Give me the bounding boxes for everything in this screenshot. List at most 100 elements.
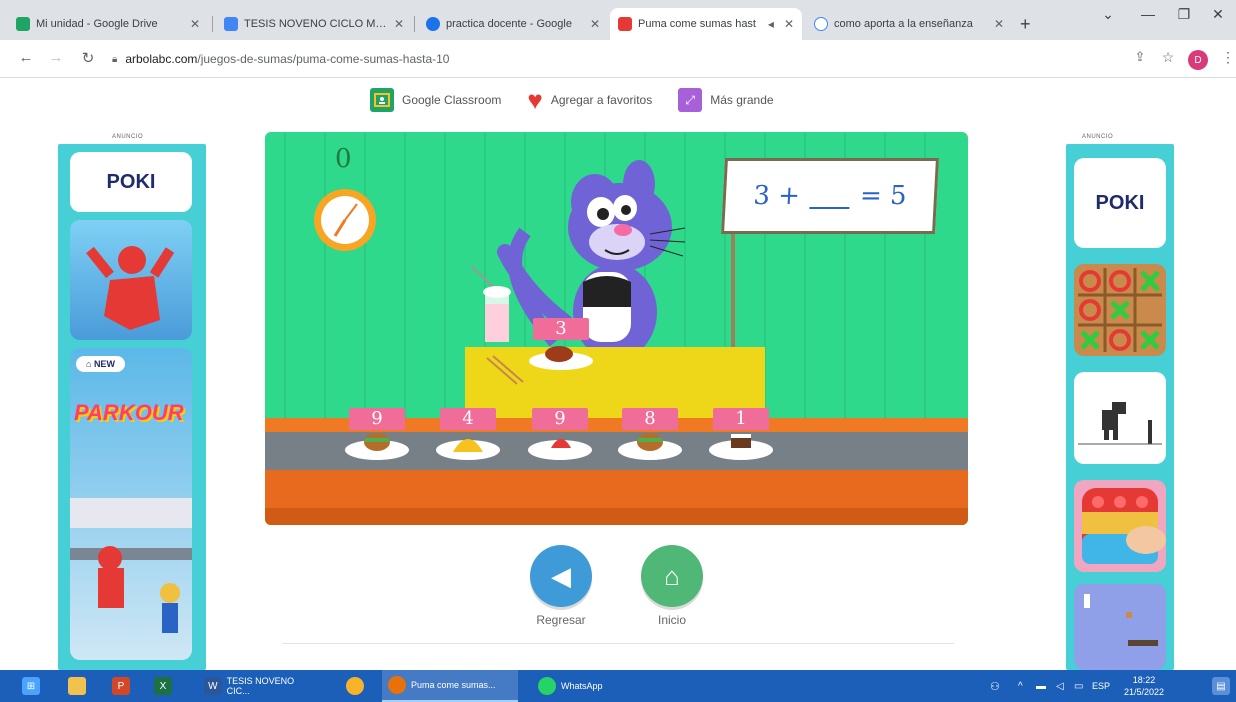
tab-title: Puma come sumas hast bbox=[638, 18, 756, 30]
poki-logo-right[interactable]: POKI bbox=[1074, 158, 1166, 248]
tab-puma-active[interactable]: Puma come sumas hast ◂ ✕ bbox=[610, 8, 802, 40]
taskbar-word-doc[interactable]: W TESIS NOVENO CIC... bbox=[198, 670, 324, 702]
start-button[interactable]: ⊞ bbox=[16, 670, 51, 702]
home-label: Inicio bbox=[657, 613, 686, 627]
tab-drive[interactable]: Mi unidad - Google Drive ✕ bbox=[8, 8, 208, 40]
address-bar: ← → ↻ 🔒︎ arbolabc.com/juegos-de-sumas/pu… bbox=[0, 40, 1236, 78]
equation-left: 3 + bbox=[752, 181, 801, 211]
notification-icon: ▤ bbox=[1212, 677, 1230, 695]
clock-date: 21/5/2022 bbox=[1123, 687, 1165, 697]
fullscreen-link[interactable]: ⤢ Más grande bbox=[678, 88, 774, 112]
right-ad-banner[interactable]: POKI bbox=[1066, 144, 1174, 670]
expand-icon: ⤢ bbox=[678, 88, 703, 112]
tab-title: como aporta a la enseñanza bbox=[834, 18, 973, 30]
close-icon[interactable]: ✕ bbox=[784, 17, 794, 31]
clock[interactable]: 18:22 21/5/2022 bbox=[1112, 670, 1176, 702]
paint-icon bbox=[346, 677, 364, 695]
drive-icon bbox=[16, 17, 30, 31]
chrome-icon bbox=[388, 676, 406, 694]
profile-avatar[interactable]: D bbox=[1188, 50, 1208, 70]
tab-search[interactable]: como aporta a la enseñanza ✕ bbox=[806, 8, 1012, 40]
game-canvas[interactable]: 0 3 + = 5 5 3 9 4 9 8 1 bbox=[265, 132, 968, 525]
docs-icon bbox=[224, 17, 238, 31]
taskbar-whatsapp[interactable]: WhatsApp bbox=[532, 670, 632, 702]
google-classroom-link[interactable]: Google Classroom bbox=[370, 88, 501, 112]
close-icon[interactable]: ✕ bbox=[994, 17, 1004, 31]
paint-button[interactable] bbox=[340, 670, 375, 702]
favorite-label: Agregar a favoritos bbox=[550, 93, 653, 107]
taskbar-label: WhatsApp bbox=[561, 681, 603, 691]
back-button[interactable]: ◀ bbox=[530, 545, 592, 607]
food-number-2[interactable]: 4 bbox=[440, 408, 496, 430]
ad-game-tile-platform[interactable] bbox=[1074, 584, 1166, 670]
file-explorer-button[interactable] bbox=[62, 670, 97, 702]
arrow-left-icon: ◀ bbox=[551, 560, 571, 591]
divider bbox=[282, 643, 954, 644]
ad-label-right: ANUNCIO bbox=[1082, 134, 1114, 140]
tab-google-search[interactable]: practica docente - Google ✕ bbox=[418, 8, 608, 40]
excel-icon: X bbox=[154, 677, 172, 695]
network-icon[interactable]: ▬ bbox=[1030, 670, 1052, 702]
home-button[interactable]: ⌂ bbox=[641, 545, 703, 607]
url-path: /juegos-de-sumas/puma-come-sumas-hasta-1… bbox=[197, 52, 450, 66]
close-icon[interactable]: ✕ bbox=[190, 17, 200, 31]
food-number-5[interactable]: 1 bbox=[713, 408, 769, 430]
back-label: Regresar bbox=[536, 613, 586, 627]
tab-title: Mi unidad - Google Drive bbox=[36, 18, 158, 30]
browser-tab-bar: Mi unidad - Google Drive ✕ TESIS NOVENO … bbox=[0, 0, 1236, 40]
add-favorite-link[interactable]: ♥ Agregar a favoritos bbox=[527, 87, 653, 113]
top-links: Google Classroom ♥ Agregar a favoritos ⤢… bbox=[370, 87, 774, 113]
excel-button[interactable]: X bbox=[148, 670, 183, 702]
food-number-1[interactable]: 9 bbox=[349, 408, 405, 430]
people-icon[interactable]: ⚇ bbox=[984, 670, 1006, 702]
tray-chevron-icon[interactable]: ^ bbox=[1012, 670, 1029, 702]
back-arrow-icon[interactable]: ← bbox=[16, 49, 36, 66]
close-icon[interactable]: ✕ bbox=[590, 17, 600, 31]
ad-game-tile-dino[interactable] bbox=[1074, 372, 1166, 464]
arbolabc-icon bbox=[618, 17, 632, 31]
equation-blank bbox=[809, 183, 851, 209]
ad-game-tile-runner[interactable] bbox=[70, 220, 192, 340]
tab-docs[interactable]: TESIS NOVENO CICLO MATE ✕ bbox=[216, 8, 412, 40]
shirt-number: 5 bbox=[595, 280, 609, 305]
left-ad-banner[interactable]: POKI ⌂ NEW PARKOUR bbox=[58, 144, 206, 670]
menu-dots-icon[interactable]: ⋮ bbox=[1218, 49, 1236, 66]
food-number-4[interactable]: 8 bbox=[622, 408, 678, 430]
tab-search-dropdown[interactable]: ⌄ bbox=[1088, 6, 1128, 23]
bookmark-star-icon[interactable]: ☆ bbox=[1158, 49, 1178, 66]
notifications-button[interactable]: ▤ bbox=[1206, 670, 1236, 702]
ad-game-tile-tictactoe[interactable] bbox=[1074, 264, 1166, 356]
equation-flag: 3 + = 5 bbox=[721, 158, 939, 234]
folder-icon bbox=[68, 677, 86, 695]
page-content: Google Classroom ♥ Agregar a favoritos ⤢… bbox=[0, 78, 1236, 670]
classroom-label: Google Classroom bbox=[402, 93, 502, 107]
poki-logo[interactable]: POKI bbox=[70, 152, 192, 212]
taskbar-label: TESIS NOVENO CIC... bbox=[226, 676, 295, 696]
windows-taskbar: ⊞ P X W TESIS NOVENO CIC... Puma come su… bbox=[0, 670, 1236, 702]
volume-icon[interactable]: ◁ bbox=[1050, 670, 1070, 702]
ad-game-tile-popit[interactable] bbox=[1074, 480, 1166, 572]
google-g-icon bbox=[814, 17, 828, 31]
url-input[interactable]: 🔒︎ arbolabc.com/juegos-de-sumas/puma-com… bbox=[112, 45, 1092, 73]
puma-plate-number: 3 bbox=[533, 318, 589, 340]
taskbar-chrome[interactable]: Puma come sumas... bbox=[382, 670, 518, 702]
house-icon: ⌂ bbox=[664, 560, 680, 591]
reload-icon[interactable]: ↻ bbox=[78, 49, 98, 67]
ad-game-tile-parkour[interactable]: ⌂ NEW PARKOUR bbox=[70, 348, 192, 660]
speaker-icon[interactable]: ◂ bbox=[768, 17, 774, 31]
new-tab-button[interactable]: + bbox=[1014, 8, 1044, 40]
clock-time: 18:22 bbox=[1132, 675, 1156, 685]
close-icon[interactable]: ✕ bbox=[394, 17, 404, 31]
window-close-button[interactable]: ✕ bbox=[1198, 6, 1236, 23]
equation-right: = 5 bbox=[859, 181, 908, 211]
ad-label-left: ANUNCIO bbox=[112, 134, 144, 140]
powerpoint-button[interactable]: P bbox=[106, 670, 141, 702]
lock-icon: 🔒︎ bbox=[112, 53, 118, 65]
score-counter: 0 bbox=[335, 144, 352, 174]
forward-arrow-icon[interactable]: → bbox=[46, 49, 66, 66]
classroom-icon bbox=[370, 88, 394, 112]
share-icon[interactable]: ⇪ bbox=[1130, 49, 1150, 65]
food-number-3[interactable]: 9 bbox=[532, 408, 588, 430]
tab-title: TESIS NOVENO CICLO MATE bbox=[244, 18, 388, 30]
minimize-button[interactable]: — bbox=[1128, 6, 1168, 22]
